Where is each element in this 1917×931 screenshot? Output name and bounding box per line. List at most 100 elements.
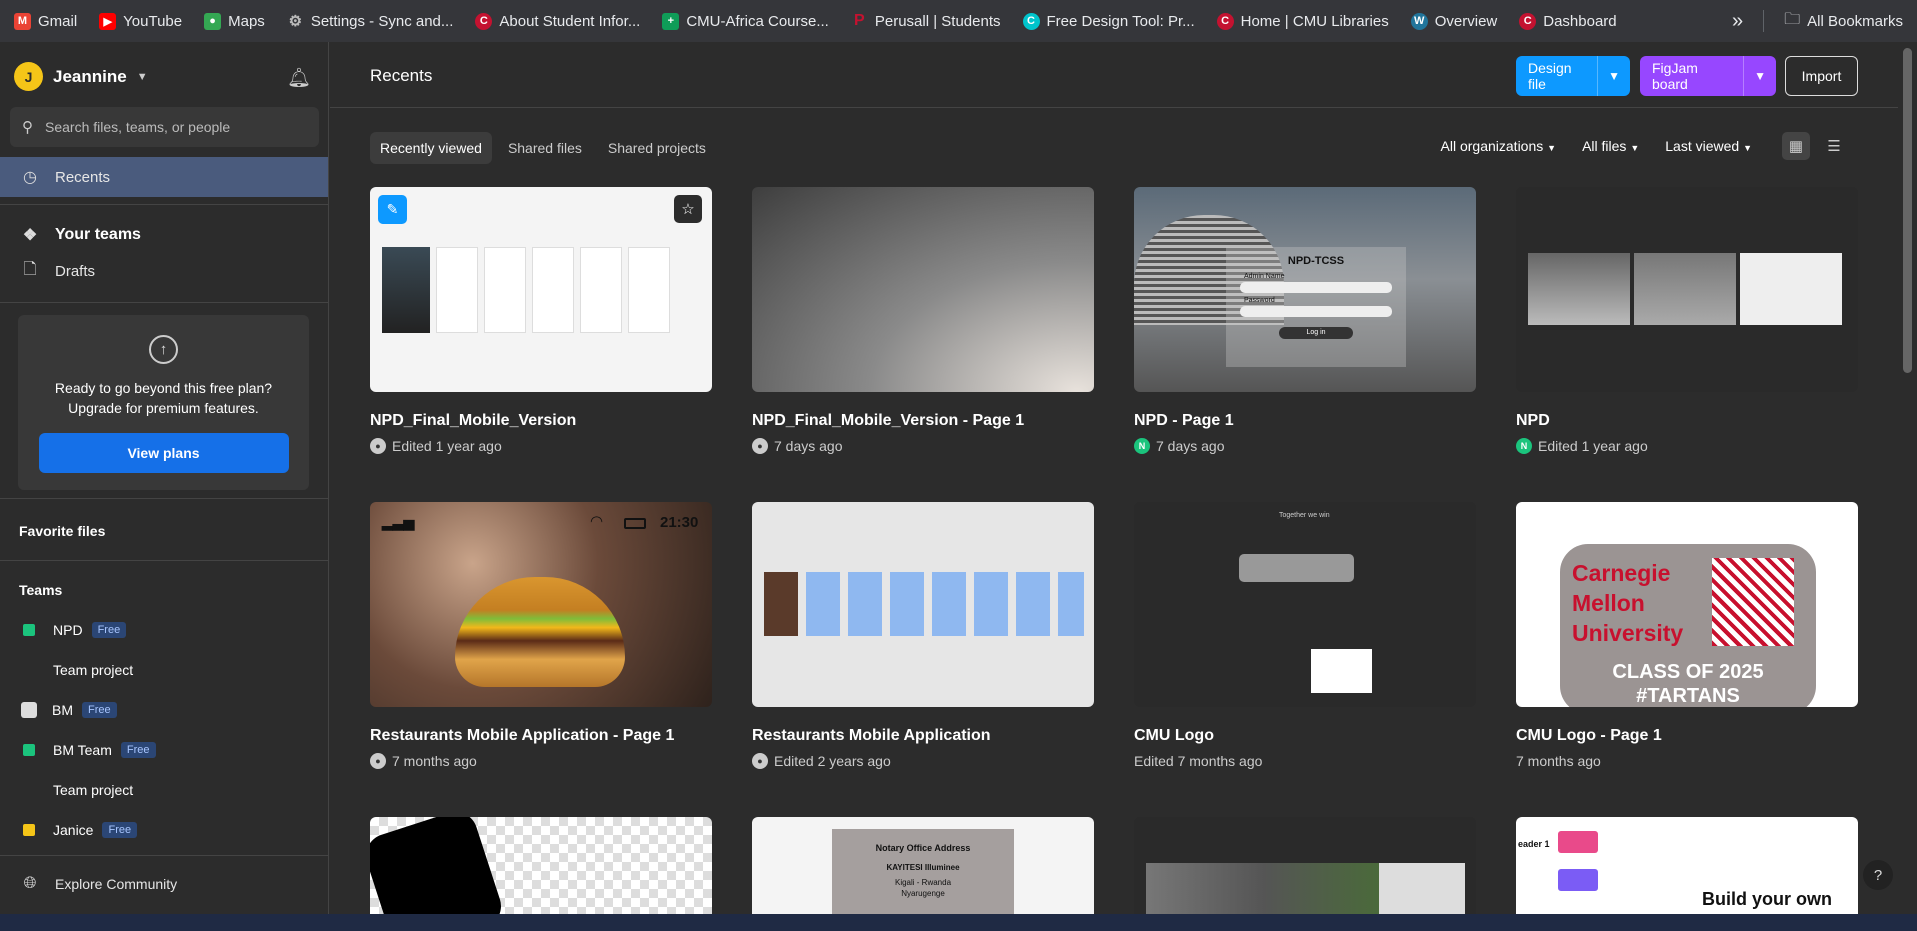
import-button[interactable]: Import bbox=[1785, 56, 1858, 96]
file-card[interactable]: eader 1 Build your own bbox=[1516, 817, 1858, 914]
sidebar-item-your-teams[interactable]: ❖ Your teams bbox=[0, 215, 328, 255]
file-card[interactable]: NPD N Edited 1 year ago bbox=[1516, 187, 1858, 454]
file-edited-time: 7 days ago bbox=[1156, 438, 1225, 454]
organizations-filter[interactable]: All organizations ▼ bbox=[1441, 138, 1557, 154]
chevron-down-icon: ▼ bbox=[1547, 143, 1557, 153]
figjam-board-button[interactable]: FigJam board ▼ bbox=[1640, 56, 1776, 96]
mobile-screen-preview bbox=[382, 247, 430, 333]
team-color-swatch bbox=[23, 624, 35, 636]
sidebar-item-recents[interactable]: ◷ Recents bbox=[0, 157, 328, 197]
youtube-icon: ▶ bbox=[99, 12, 117, 30]
sidebar-team-janice[interactable]: Janice Free bbox=[0, 813, 328, 847]
file-card[interactable]: ▂▃▅ ◠ 21:30 Restaurants Mobile Applicati… bbox=[370, 502, 712, 769]
tab-shared-projects[interactable]: Shared projects bbox=[598, 132, 716, 164]
team-color-swatch bbox=[23, 744, 35, 756]
sort-filter[interactable]: Last viewed ▼ bbox=[1665, 138, 1752, 154]
bookmarks-divider bbox=[1763, 10, 1765, 32]
globe-avatar-icon: ● bbox=[752, 753, 768, 769]
file-card[interactable]: NPD_Final_Mobile_Version - Page 1 ● 7 day… bbox=[752, 187, 1094, 454]
sidebar-divider bbox=[0, 498, 328, 499]
star-icon[interactable]: ☆ bbox=[674, 195, 702, 223]
chevron-down-icon[interactable]: ▼ bbox=[1597, 56, 1630, 96]
bookmark-youtube[interactable]: ▶ YouTube bbox=[99, 12, 182, 30]
team-avatar-icon bbox=[21, 702, 37, 718]
free-badge: Free bbox=[120, 742, 156, 758]
scrollbar[interactable] bbox=[1900, 42, 1915, 914]
figma-file-icon: ✎ bbox=[378, 195, 407, 224]
signal-icon: ▂▃▅ bbox=[382, 514, 415, 530]
list-view-icon[interactable]: ☰ bbox=[1820, 132, 1848, 160]
file-name: CMU Logo - Page 1 bbox=[1516, 727, 1662, 744]
sidebar-divider bbox=[0, 560, 328, 561]
file-thumbnail bbox=[752, 187, 1094, 392]
bookmark-course[interactable]: + CMU-Africa Course... bbox=[662, 12, 829, 30]
file-thumbnail: Together we win bbox=[1134, 502, 1476, 707]
login-form-preview: NPD-TCSS Admin Name Password Log in bbox=[1226, 247, 1406, 367]
sidebar: J Jeannine ▼ 🔔︎ ⚲ Search files, teams, o… bbox=[0, 42, 329, 914]
grid-view-icon[interactable]: ▦ bbox=[1782, 132, 1810, 160]
file-card[interactable]: ✎ ☆ NPD_Final_Mobile_Version ● Edited 1 y… bbox=[370, 187, 712, 454]
bookmark-settings[interactable]: ⚙ Settings - Sync and... bbox=[287, 13, 454, 31]
scroll-thumb[interactable] bbox=[1903, 48, 1912, 373]
globe-avatar-icon: ● bbox=[370, 438, 386, 454]
folder-icon: 🗀 bbox=[1784, 10, 1801, 28]
bookmark-maps[interactable]: ● Maps bbox=[204, 12, 265, 30]
bookmark-canva[interactable]: C Free Design Tool: Pr... bbox=[1022, 12, 1195, 30]
file-card[interactable]: NPD-TCSS Admin Name Password Log in NPD … bbox=[1134, 187, 1476, 454]
file-thumbnail: ✎ ☆ bbox=[370, 187, 712, 392]
tab-shared-files[interactable]: Shared files bbox=[498, 132, 592, 164]
bookmark-dashboard[interactable]: C Dashboard bbox=[1519, 12, 1617, 30]
file-edited-time: 7 months ago bbox=[392, 753, 477, 769]
chevron-down-icon[interactable]: ▼ bbox=[1743, 56, 1776, 96]
sidebar-item-drafts[interactable]: 🗋 Drafts bbox=[0, 251, 328, 291]
notification-bell-icon[interactable]: 🔔︎ bbox=[287, 66, 311, 90]
bookmark-gmail[interactable]: M Gmail bbox=[14, 12, 77, 30]
top-bar: Recents Design file ▼ FigJam board ▼ Imp… bbox=[330, 42, 1898, 108]
bookmark-overview[interactable]: W Overview bbox=[1410, 12, 1497, 30]
user-menu[interactable]: J Jeannine ▼ bbox=[14, 62, 148, 91]
sidebar-team-project[interactable]: Team project bbox=[0, 773, 328, 807]
globe-avatar-icon: ● bbox=[752, 438, 768, 454]
help-button[interactable]: ? bbox=[1863, 860, 1893, 890]
file-name: NPD_Final_Mobile_Version - Page 1 bbox=[752, 412, 1025, 429]
bookmarks-bar: M Gmail ▶ YouTube ● Maps ⚙ Settings - Sync a… bbox=[0, 0, 1917, 42]
design-file-button[interactable]: Design file ▼ bbox=[1516, 56, 1630, 96]
file-card[interactable] bbox=[1134, 817, 1476, 914]
chevron-down-icon: ▼ bbox=[1630, 143, 1640, 153]
sidebar-divider bbox=[0, 855, 328, 856]
file-card[interactable] bbox=[370, 817, 712, 914]
file-card[interactable]: Restaurants Mobile Application ● Edited 2… bbox=[752, 502, 1094, 769]
search-input[interactable]: ⚲ Search files, teams, or people bbox=[10, 107, 319, 147]
favorite-files-heading[interactable]: Favorite files bbox=[19, 523, 105, 539]
sidebar-team-npd[interactable]: NPD Free bbox=[0, 613, 328, 647]
status-bar-time: 21:30 bbox=[660, 514, 699, 531]
free-badge: Free bbox=[102, 822, 138, 838]
teams-icon: ❖ bbox=[22, 227, 38, 244]
file-thumbnail bbox=[752, 502, 1094, 707]
sheets-icon: + bbox=[662, 12, 680, 30]
file-card[interactable]: Notary Office Address KAYITESI Illuminee… bbox=[752, 817, 1094, 914]
files-filter[interactable]: All files ▼ bbox=[1582, 138, 1639, 154]
sidebar-item-explore-community[interactable]: 🌐︎ Explore Community bbox=[0, 864, 328, 904]
team-color-swatch bbox=[23, 824, 35, 836]
avatar: J bbox=[14, 62, 43, 91]
bookmark-cmu-libraries[interactable]: C Home | CMU Libraries bbox=[1216, 12, 1389, 30]
sidebar-team-bm-team[interactable]: BM Team Free bbox=[0, 733, 328, 767]
free-badge: Free bbox=[91, 622, 127, 638]
bookmark-student-info[interactable]: C About Student Infor... bbox=[475, 12, 640, 30]
maps-icon: ● bbox=[204, 12, 222, 30]
view-plans-button[interactable]: View plans bbox=[38, 433, 289, 473]
tab-recently-viewed[interactable]: Recently viewed bbox=[370, 132, 492, 164]
sidebar-team-project[interactable]: Team project bbox=[0, 653, 328, 687]
clock-icon: ◷ bbox=[23, 169, 37, 186]
file-card[interactable]: Carnegie Mellon University CLASS OF 2025… bbox=[1516, 502, 1858, 769]
sidebar-team-bm[interactable]: BM Free bbox=[0, 693, 328, 727]
file-card[interactable]: Together we win CMU Logo Edited 7 months… bbox=[1134, 502, 1476, 769]
all-bookmarks-button[interactable]: 🗀 All Bookmarks bbox=[1784, 8, 1903, 35]
file-thumbnail: NPD-TCSS Admin Name Password Log in bbox=[1134, 187, 1476, 392]
bookmarks-overflow-button[interactable]: » bbox=[1732, 10, 1743, 33]
file-edited-time: 7 days ago bbox=[774, 438, 843, 454]
file-name: NPD bbox=[1516, 412, 1550, 429]
file-thumbnail: eader 1 Build your own bbox=[1516, 817, 1858, 914]
bookmark-perusall[interactable]: P Perusall | Students bbox=[851, 12, 1000, 30]
